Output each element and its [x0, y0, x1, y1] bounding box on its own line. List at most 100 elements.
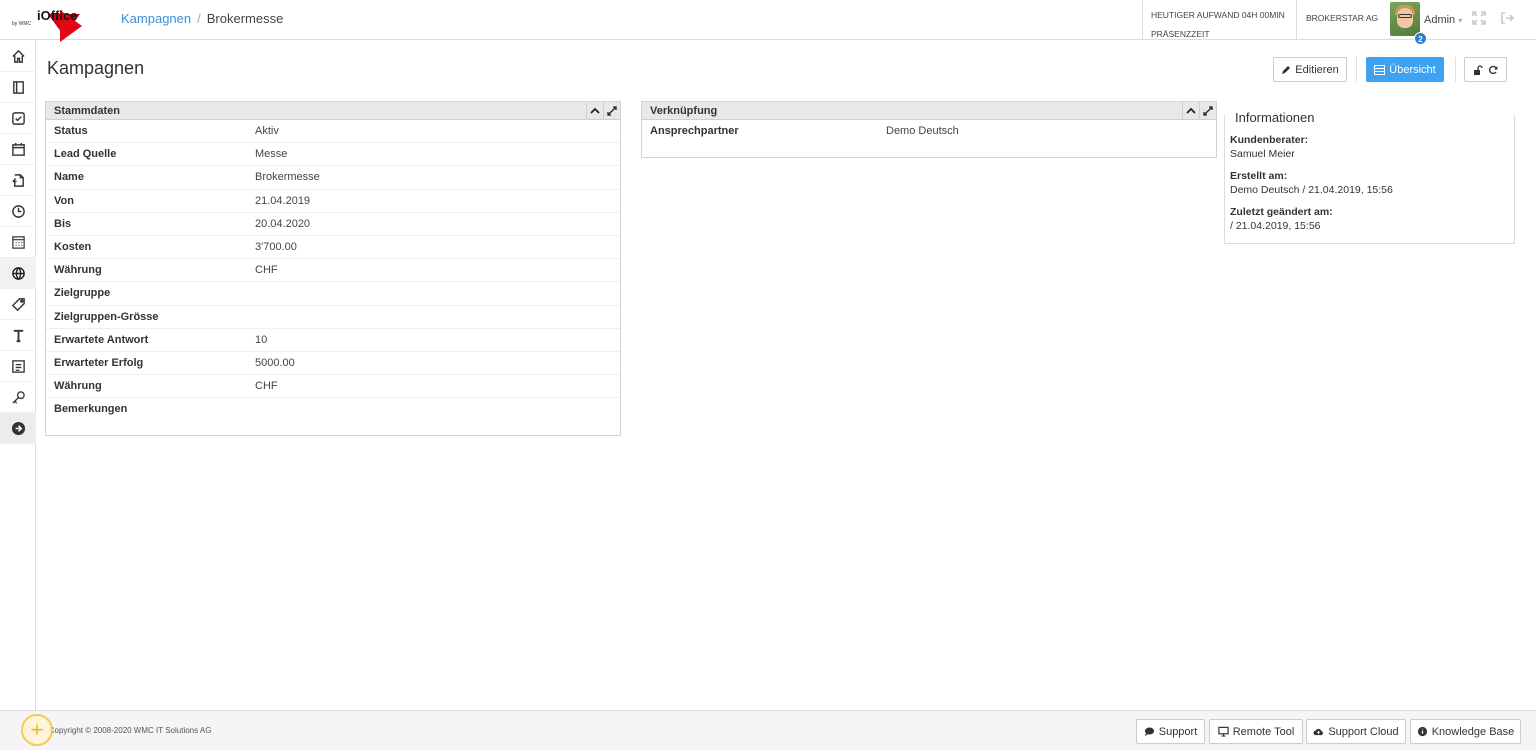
- panel-tools: [1182, 102, 1216, 120]
- book-icon: [12, 80, 24, 94]
- sidebar-item-accounting[interactable]: [0, 227, 36, 258]
- field-label: Zielgruppen-Grösse: [54, 310, 159, 323]
- panel-title: Verknüpfung: [650, 105, 718, 117]
- table-row: Kosten 3'700.00: [46, 236, 620, 260]
- sidebar-item-forms[interactable]: [0, 351, 36, 382]
- pencil-icon: [1282, 65, 1291, 74]
- contact-link[interactable]: Demo Deutsch: [886, 120, 959, 142]
- avatar[interactable]: [1390, 2, 1420, 36]
- breadcrumb-parent[interactable]: Kampagnen: [121, 11, 191, 26]
- footer: iOffice Copyright © 2008-2020 WMC IT Sol…: [0, 710, 1536, 750]
- support-cloud-button-label: Support Cloud: [1328, 725, 1399, 738]
- clock-icon: [11, 204, 25, 218]
- table-row: Zielgruppen-Grösse: [46, 306, 620, 329]
- sidebar-item-products[interactable]: [0, 289, 36, 320]
- table-row: Erwarteter Erfolg 5000.00: [46, 352, 620, 376]
- sidebar-item-templates[interactable]: [0, 320, 36, 351]
- advisor-label: Kundenberater:: [1230, 134, 1309, 146]
- field-label: Währung: [54, 264, 102, 277]
- add-button[interactable]: +: [21, 714, 53, 746]
- sidebar-item-home[interactable]: [0, 41, 36, 72]
- page-title: Kampagnen: [47, 58, 145, 78]
- info-icon: [1417, 726, 1427, 737]
- list-item: Ansprechpartner Demo Deutsch: [642, 120, 1216, 143]
- fullscreen-icon[interactable]: [1472, 11, 1486, 25]
- field-value: Messe: [255, 148, 288, 161]
- panel-title: Stammdaten: [54, 105, 121, 117]
- form-icon: [11, 359, 25, 373]
- sidebar-item-tasks[interactable]: [0, 103, 36, 134]
- edit-button[interactable]: Editieren: [1273, 57, 1347, 82]
- logo-subtext: by WMC: [12, 21, 32, 27]
- table-row: Währung CHF: [46, 259, 620, 283]
- remote-tool-button[interactable]: Remote Tool: [1209, 719, 1303, 744]
- company-name: BROKERSTAR AG: [1306, 13, 1379, 23]
- expand-button[interactable]: [603, 102, 620, 120]
- top-bar: iOffice by WMC Kampagnen / Brokermesse HEU…: [0, 0, 1536, 45]
- breadcrumb-separator: /: [197, 11, 201, 26]
- table-row: Bis 20.04.2020: [46, 213, 620, 236]
- logout-icon[interactable]: [1500, 11, 1514, 25]
- presence-label: PRÄSENZZEIT: [1151, 29, 1210, 39]
- sidebar-item-contacts[interactable]: [0, 72, 36, 103]
- text-icon: [13, 329, 23, 342]
- arrow-right-circle-icon: [11, 421, 25, 435]
- document-export-icon: [11, 173, 24, 187]
- effort-label: HEUTIGER AUFWAND 04H 00MIN: [1151, 10, 1285, 20]
- chevron-up-icon: [590, 107, 600, 114]
- user-menu[interactable]: Admin ▾: [1424, 14, 1462, 26]
- sidebar-item-admin[interactable]: [0, 382, 36, 413]
- calculator-icon: [11, 235, 25, 249]
- edit-button-label: Editieren: [1295, 63, 1339, 76]
- support-button[interactable]: Support: [1136, 719, 1205, 744]
- collapse-button[interactable]: [1182, 102, 1199, 120]
- created-value: Demo Deutsch / 21.04.2019, 15:56: [1230, 184, 1393, 196]
- table-row: Von 21.04.2019: [46, 190, 620, 213]
- field-label: Name: [54, 171, 84, 184]
- collapse-button[interactable]: [586, 102, 603, 120]
- table-row: Währung CHF: [46, 375, 620, 399]
- field-value: 10: [255, 333, 268, 346]
- expand-button[interactable]: [1199, 102, 1216, 120]
- globe-icon: [11, 266, 25, 280]
- sidebar-item-time[interactable]: [0, 196, 36, 227]
- chevron-down-icon: ▾: [1458, 16, 1463, 25]
- sidebar-item-documents[interactable]: [0, 165, 36, 196]
- chat-icon: [1144, 727, 1154, 737]
- key-icon: [11, 390, 25, 404]
- time-tracking[interactable]: HEUTIGER AUFWAND 04H 00MIN PRÄSENZZEIT: [1142, 0, 1296, 40]
- overview-button[interactable]: Übersicht: [1366, 57, 1444, 82]
- chevron-up-icon: [1186, 107, 1196, 114]
- field-value: CHF: [255, 380, 278, 393]
- table-row: Lead Quelle Messe: [46, 143, 620, 167]
- field-label: Von: [54, 194, 74, 207]
- unlock-refresh-button[interactable]: [1464, 57, 1507, 82]
- support-button-label: Support: [1158, 725, 1198, 738]
- knowledge-base-button[interactable]: Knowledge Base: [1410, 719, 1521, 744]
- breadcrumb: Kampagnen / Brokermesse: [121, 11, 283, 26]
- sidebar-item-more[interactable]: [0, 413, 36, 444]
- field-value: CHF: [255, 264, 278, 277]
- divider: [1356, 57, 1357, 82]
- support-cloud-button[interactable]: Support Cloud: [1306, 719, 1406, 744]
- sidebar-item-calendar[interactable]: [0, 134, 36, 165]
- divider: [1455, 57, 1456, 82]
- app-logo[interactable]: iOffice by WMC: [8, 4, 88, 42]
- panel-tools: [586, 102, 620, 120]
- field-value: 3'700.00: [255, 240, 297, 253]
- home-icon: [11, 49, 25, 63]
- table-row: Zielgruppe: [46, 282, 620, 306]
- info-title: Informationen: [1232, 110, 1318, 125]
- field-label: Zielgruppe: [54, 287, 111, 300]
- panel-header: Stammdaten: [46, 102, 620, 120]
- breadcrumb-current: Brokermesse: [206, 11, 284, 26]
- table-row: Bemerkungen: [46, 398, 620, 421]
- knowledge-base-button-label: Knowledge Base: [1431, 725, 1515, 738]
- panel-header: Verknüpfung: [642, 102, 1216, 120]
- company-selector[interactable]: BROKERSTAR AG: [1296, 0, 1386, 40]
- field-label: Status: [54, 125, 88, 137]
- field-value: 5000.00: [255, 356, 295, 369]
- sidebar-item-campaigns[interactable]: [0, 258, 36, 289]
- cloud-upload-icon: [1313, 728, 1324, 736]
- notification-badge[interactable]: 2: [1414, 32, 1427, 45]
